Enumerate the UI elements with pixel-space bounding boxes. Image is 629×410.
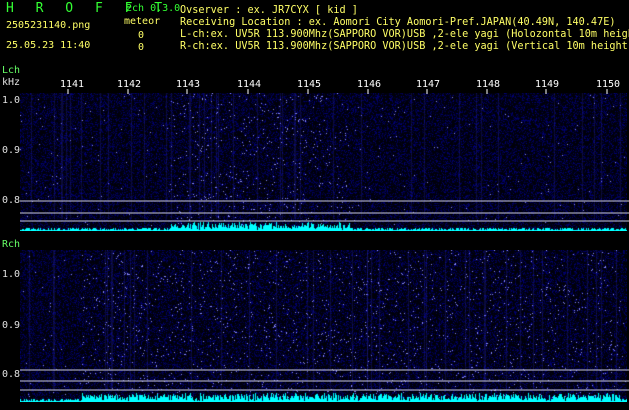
- spectrogram-overlay: [0, 89, 629, 391]
- rch-level-lines: [20, 369, 629, 391]
- lch-level-lines: [20, 200, 629, 222]
- freq-tick-marks: [67, 89, 608, 94]
